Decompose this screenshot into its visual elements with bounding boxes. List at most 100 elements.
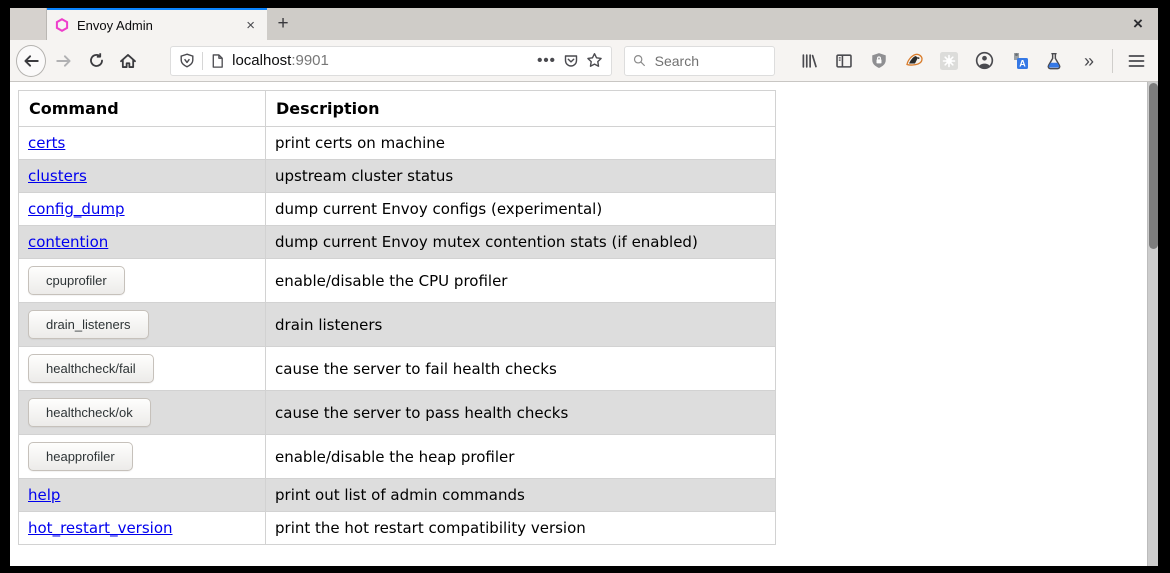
home-icon	[119, 52, 137, 70]
command-link[interactable]: config_dump	[28, 200, 125, 218]
command-cell: healthcheck/fail	[19, 347, 266, 391]
shield-icon	[179, 53, 195, 69]
url-port: :9901	[291, 52, 329, 69]
flask-icon	[1045, 52, 1063, 70]
command-button[interactable]: heapprofiler	[28, 442, 133, 471]
command-link[interactable]: certs	[28, 134, 65, 152]
command-cell: hot_restart_version	[19, 512, 266, 545]
library-icon	[800, 52, 818, 70]
menu-icon	[1128, 54, 1145, 68]
command-cell: healthcheck/ok	[19, 391, 266, 435]
back-button[interactable]	[16, 45, 46, 77]
description-cell: drain listeners	[266, 303, 776, 347]
tab-close-icon[interactable]: ×	[243, 17, 258, 34]
vertical-scrollbar[interactable]	[1147, 82, 1158, 566]
table-row: hot_restart_version print the hot restart…	[19, 512, 776, 545]
sidebar-toggle-button[interactable]	[828, 45, 860, 77]
table-row: clusters upstream cluster status	[19, 160, 776, 193]
svg-text:A: A	[1019, 59, 1026, 69]
url-host: localhost	[232, 52, 291, 69]
tab-strip-spacer	[10, 8, 47, 40]
toolbar-separator	[1112, 49, 1113, 73]
description-cell: enable/disable the heap profiler	[266, 435, 776, 479]
command-button[interactable]: drain_listeners	[28, 310, 149, 339]
command-cell: clusters	[19, 160, 266, 193]
overflow-chevron-icon: »	[1084, 52, 1094, 70]
description-cell: cause the server to fail health checks	[266, 347, 776, 391]
table-row: healthcheck/ok cause the server to pass h…	[19, 391, 776, 435]
sidebar-icon	[835, 52, 853, 70]
table-row: drain_listeners drain listeners	[19, 303, 776, 347]
browser-window: Envoy Admin × + × localhost:9901 •••	[10, 8, 1158, 566]
account-icon	[975, 51, 994, 70]
page-actions-icon[interactable]: •••	[537, 52, 556, 69]
command-link[interactable]: help	[28, 486, 60, 504]
description-column-header: Description	[266, 91, 776, 127]
description-cell: print the hot restart compatibility vers…	[266, 512, 776, 545]
page-viewport: Command Description certs print certs on …	[10, 82, 1158, 566]
privacy-badger-button[interactable]	[898, 45, 930, 77]
admin-commands-table: Command Description certs print certs on …	[18, 90, 776, 545]
overflow-menu-button[interactable]: »	[1073, 45, 1105, 77]
command-cell: config_dump	[19, 193, 266, 226]
description-cell: dump current Envoy mutex contention stat…	[266, 226, 776, 259]
scrollbar-thumb[interactable]	[1149, 83, 1158, 249]
command-button[interactable]: cpuprofiler	[28, 266, 125, 295]
tab-envoy-admin[interactable]: Envoy Admin ×	[47, 8, 267, 40]
table-header-row: Command Description	[19, 91, 776, 127]
url-text[interactable]: localhost:9901	[232, 52, 530, 69]
translate-icon: A	[1010, 51, 1029, 70]
envoy-hexagon-icon	[55, 18, 69, 32]
shield-lock-extension-button[interactable]	[863, 45, 895, 77]
tab-bar: Envoy Admin × + ×	[10, 8, 1158, 40]
reload-icon	[88, 52, 105, 69]
search-icon	[633, 53, 646, 68]
home-button[interactable]	[112, 45, 144, 77]
description-cell: enable/disable the CPU profiler	[266, 259, 776, 303]
url-separator	[202, 52, 203, 70]
command-button[interactable]: healthcheck/fail	[28, 354, 154, 383]
command-button[interactable]: healthcheck/ok	[28, 398, 151, 427]
tab-bar-drag-area	[299, 8, 1118, 40]
search-input[interactable]	[653, 52, 766, 70]
command-link[interactable]: contention	[28, 233, 108, 251]
command-link[interactable]: clusters	[28, 167, 87, 185]
disabled-extension-button[interactable]	[933, 45, 965, 77]
forward-icon	[55, 52, 73, 70]
account-button[interactable]	[968, 45, 1000, 77]
url-bar[interactable]: localhost:9901 •••	[170, 46, 612, 76]
reload-button[interactable]	[80, 45, 112, 77]
new-tab-button[interactable]: +	[267, 8, 299, 40]
menu-button[interactable]	[1120, 45, 1152, 77]
description-cell: print out list of admin commands	[266, 479, 776, 512]
command-column-header: Command	[19, 91, 266, 127]
privacy-badger-icon	[905, 52, 924, 69]
toolbar-extension-icons: A »	[793, 45, 1105, 77]
command-cell: cpuprofiler	[19, 259, 266, 303]
description-cell: upstream cluster status	[266, 160, 776, 193]
description-cell: print certs on machine	[266, 127, 776, 160]
command-cell: certs	[19, 127, 266, 160]
table-row: contention dump current Envoy mutex conte…	[19, 226, 776, 259]
flask-extension-button[interactable]	[1038, 45, 1070, 77]
extension-icon	[939, 51, 959, 71]
table-row: config_dumpdump current Envoy configs (e…	[19, 193, 776, 226]
document-icon	[210, 53, 225, 69]
tab-title: Envoy Admin	[77, 18, 235, 33]
description-cell: cause the server to pass health checks	[266, 391, 776, 435]
window-close-button[interactable]: ×	[1118, 8, 1158, 40]
table-row: help print out list of admin commands	[19, 479, 776, 512]
translate-extension-button[interactable]: A	[1003, 45, 1035, 77]
search-bar[interactable]	[624, 46, 775, 76]
table-row: certs print certs on machine	[19, 127, 776, 160]
navigation-toolbar: localhost:9901 •••	[10, 40, 1158, 82]
forward-button[interactable]	[48, 45, 80, 77]
command-cell: drain_listeners	[19, 303, 266, 347]
library-button[interactable]	[793, 45, 825, 77]
pocket-icon[interactable]	[563, 53, 579, 69]
envoy-admin-page: Command Description certs print certs on …	[18, 90, 1150, 545]
table-row: cpuprofiler enable/disable the CPU profil…	[19, 259, 776, 303]
command-link[interactable]: hot_restart_version	[28, 519, 173, 537]
bookmark-star-icon[interactable]	[586, 52, 603, 69]
table-row: heapprofiler enable/disable the heap prof…	[19, 435, 776, 479]
